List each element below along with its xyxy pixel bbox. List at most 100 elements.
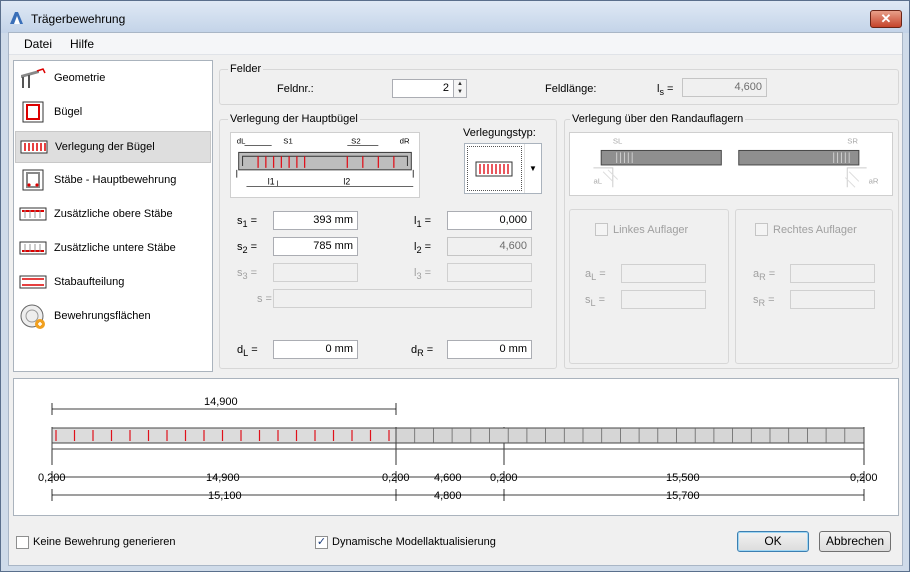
right-support-checkbox[interactable] xyxy=(755,223,768,236)
stirrup-placement-icon xyxy=(20,140,48,154)
l3-input xyxy=(447,263,532,282)
ar-mark: aR xyxy=(869,176,879,185)
dl-input[interactable]: 0 mm xyxy=(273,340,358,359)
sl-mark: SL xyxy=(613,137,623,146)
verlegungstyp-select[interactable]: ▼ xyxy=(464,143,542,194)
dialog-window: Trägerbewehrung ✕ Datei Hilfe Geometrie … xyxy=(0,0,910,572)
feldnr-label: Feldnr.: xyxy=(277,83,314,95)
l2-value: 4,600 xyxy=(447,237,532,256)
nav-item-bewehrungsflaechen[interactable]: Bewehrungsflächen xyxy=(15,301,211,333)
ar-input xyxy=(790,264,875,283)
feldlaenge-value: 4,600 xyxy=(682,78,767,97)
feldnr-input[interactable]: 2 xyxy=(392,79,454,98)
dynamische-label: Dynamische Modellaktualisierung xyxy=(332,536,496,548)
nav-item-buegel[interactable]: Bügel xyxy=(15,97,211,129)
support-layout-diagram: SL SR aL aR xyxy=(569,132,893,196)
s-input xyxy=(273,289,532,308)
beam-preview: 14,900 0,200 14,900 0,200 4,600 0,200 15… xyxy=(13,378,899,516)
al-label: aL = xyxy=(585,268,606,283)
dynamische-checkbox[interactable]: ✓ xyxy=(315,536,328,549)
main-bars-icon xyxy=(22,169,44,191)
top-dimension: 14,900 xyxy=(204,396,238,408)
s1-input[interactable]: 393 mm xyxy=(273,211,358,230)
close-button[interactable]: ✕ xyxy=(870,10,902,28)
sr-input xyxy=(790,290,875,309)
dim-row1-6: 0,200 xyxy=(850,472,878,484)
dl-mark: dL xyxy=(237,137,246,146)
dim-row2-2: 15,700 xyxy=(666,490,700,502)
stirrup-icon xyxy=(22,101,44,123)
sr-label: sR = xyxy=(753,294,775,309)
dr-label: dR = xyxy=(411,344,434,359)
felder-title: Felder xyxy=(228,63,264,75)
dim-row2-0: 15,100 xyxy=(208,490,242,502)
s2-input[interactable]: 785 mm xyxy=(273,237,358,256)
randauflager-title: Verlegung über den Randauflagern xyxy=(570,113,746,125)
nav-item-verlegung[interactable]: Verlegung der Bügel xyxy=(15,131,211,163)
app-icon xyxy=(10,12,23,24)
nav-item-obere-staebe[interactable]: Zusätzliche obere Stäbe xyxy=(15,199,211,231)
nav-item-untere-staebe[interactable]: Zusätzliche untere Stäbe xyxy=(15,233,211,265)
bottom-bars-icon xyxy=(19,241,47,255)
dim-row1-5: 15,500 xyxy=(666,472,700,484)
verlegungstyp-label: Verlegungstyp: xyxy=(463,127,536,139)
left-support-label: Linkes Auflager xyxy=(613,224,689,236)
s2-label: s2 = xyxy=(237,241,258,256)
ok-button[interactable]: OK xyxy=(737,531,809,552)
l2-mark: l2 xyxy=(343,176,350,186)
beam-preview-drawing: 14,900 0,200 14,900 0,200 4,600 0,200 15… xyxy=(38,396,878,502)
l3-label: l3 = xyxy=(414,267,432,282)
menu-hilfe[interactable]: Hilfe xyxy=(70,37,94,51)
spin-up-icon[interactable]: ▲ xyxy=(454,80,466,88)
sl-label: sL = xyxy=(585,294,606,309)
bar-distribution-icon xyxy=(19,275,47,289)
keine-bewehrung-label: Keine Bewehrung generieren xyxy=(33,536,176,548)
menu-datei[interactable]: Datei xyxy=(24,37,52,51)
dim-row1-3: 4,600 xyxy=(434,472,462,484)
dr-mark: dR xyxy=(400,137,410,146)
right-support-label: Rechtes Auflager xyxy=(773,224,857,236)
hauptbuegel-title: Verlegung der Hauptbügel xyxy=(228,113,360,125)
window-title: Trägerbewehrung xyxy=(31,12,126,26)
dim-row1-2: 0,200 xyxy=(382,472,410,484)
al-mark: aL xyxy=(593,176,602,185)
stirrup-layout-diagram: dL S1 S2 dR l1 l2 xyxy=(230,132,420,198)
sr-mark: SR xyxy=(847,137,858,146)
s3-input xyxy=(273,263,358,282)
stirrup-type-icon xyxy=(475,161,513,177)
dim-row2-1: 4,800 xyxy=(434,490,462,502)
l1-label: l1 = xyxy=(414,215,432,230)
feldnr-spinner[interactable]: ▲ ▼ xyxy=(453,79,467,98)
feldlaenge-label: Feldlänge: xyxy=(545,83,597,95)
reinforcement-areas-icon xyxy=(20,304,45,329)
chevron-down-icon[interactable]: ▼ xyxy=(524,144,541,193)
dim-row1-1: 14,900 xyxy=(206,472,240,484)
l1-input[interactable]: 0,000 xyxy=(447,211,532,230)
ls-label: ls = xyxy=(657,83,674,98)
dl-label: dL = xyxy=(237,344,258,359)
sl-input xyxy=(621,290,706,309)
s2-mark: S2 xyxy=(351,137,360,146)
left-support-checkbox[interactable] xyxy=(595,223,608,236)
client-area: Datei Hilfe Geometrie Bügel Verlegung de… xyxy=(8,32,903,566)
cancel-button[interactable]: Abbrechen xyxy=(819,531,891,552)
nav-item-stabaufteilung[interactable]: Stabaufteilung xyxy=(15,267,211,299)
s1-label: s1 = xyxy=(237,215,258,230)
l1-mark: l1 xyxy=(268,176,275,186)
s3-label: s3 = xyxy=(237,267,258,282)
s1-mark: S1 xyxy=(283,137,292,146)
dim-row1-0: 0,200 xyxy=(38,472,66,484)
al-input xyxy=(621,264,706,283)
title-bar: Trägerbewehrung ✕ xyxy=(1,1,909,33)
nav-item-geometrie[interactable]: Geometrie xyxy=(15,63,211,95)
dr-input[interactable]: 0 mm xyxy=(447,340,532,359)
menu-bar: Datei Hilfe xyxy=(9,33,902,55)
nav-item-hauptbewehrung[interactable]: Stäbe - Hauptbewehrung xyxy=(15,165,211,197)
geometry-icon xyxy=(21,68,46,88)
l2-label: l2 = xyxy=(414,241,432,256)
spin-down-icon[interactable]: ▼ xyxy=(454,88,466,96)
top-bars-icon xyxy=(19,207,47,221)
ar-label: aR = xyxy=(753,268,776,283)
keine-bewehrung-checkbox[interactable] xyxy=(16,536,29,549)
s-label: s = xyxy=(257,293,272,305)
